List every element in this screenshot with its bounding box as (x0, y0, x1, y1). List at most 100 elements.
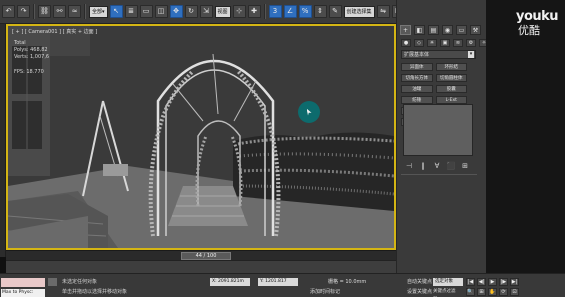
primitive-type-dropdown[interactable]: 扩展基本体 ▾ (401, 50, 476, 59)
named-selection-dropdown[interactable]: 创建选择集 (343, 5, 375, 18)
video-letterbox (486, 0, 565, 273)
status-bar: Max to Physc: 未选定任何对象 单击并拖动以选择并移动对象 X: 2… (0, 273, 565, 297)
youku-logo-chinese: 优酷 (518, 24, 540, 37)
edit-named-selection-icon[interactable]: ✎ (328, 5, 342, 18)
zoom-extents-icon[interactable]: ⊞ (477, 288, 486, 296)
viewport-label[interactable]: [ + ] [ Camera001 ] [ 真实 + 边面 ] (12, 28, 97, 35)
mirror-icon[interactable]: ⇋ (376, 5, 390, 18)
chevron-down-icon: ▾ (468, 51, 474, 58)
key-filters-button[interactable]: 关键点过滤器... (433, 288, 463, 296)
percent-snap-icon[interactable]: % (298, 5, 312, 18)
tab-motion[interactable]: ◉ (442, 25, 453, 35)
tab-hierarchy[interactable]: ▤ (428, 25, 439, 35)
track-bar[interactable] (6, 260, 396, 273)
maxscript-listener-input[interactable]: Max to Physc: (1, 289, 45, 297)
viewport-navigation-controls: 🔍 ⊞ ✋ ⟳ ⊡ (466, 288, 519, 296)
toolbar-divider (84, 4, 86, 19)
grid-spacing: 栅格 = 10.0mm (328, 279, 367, 285)
set-key-button[interactable]: 设置关键点 (407, 288, 432, 295)
goto-start-icon[interactable]: |◀ (466, 278, 475, 286)
object-button-capsule[interactable]: 胶囊 (435, 85, 467, 93)
tab-utilities[interactable]: ⚒ (470, 25, 481, 35)
geometry-icon[interactable]: ● (401, 39, 411, 47)
mouse-cursor-highlight (298, 101, 320, 123)
panel-divider (401, 174, 477, 175)
lights-icon[interactable]: ☀ (427, 39, 437, 47)
youku-watermark: youku 优酷 (516, 9, 559, 38)
window-crossing-icon[interactable]: ◫ (154, 5, 168, 18)
main-toolbar: ↶ ↷ ⛓ ⚯ ≈ 全部▾ ↖ ≣ ▭ ◫ ✥ ↻ ⇲ 视图 ⊹ ✚ 3 ∠ %… (0, 0, 480, 24)
rotate-icon[interactable]: ↻ (184, 5, 198, 18)
bind-icon[interactable]: ≈ (68, 5, 81, 18)
select-icon[interactable]: ↖ (109, 5, 123, 18)
object-button-torus-knot[interactable]: 环形结 (435, 63, 467, 71)
time-slider[interactable]: 44 / 100 (181, 252, 231, 260)
add-time-tag[interactable]: 添加时间标记 (310, 288, 340, 295)
object-button-spindle[interactable]: 纺锤 (401, 96, 433, 104)
remove-modifier-icon[interactable]: ⬛ (447, 162, 456, 170)
undo-icon[interactable]: ↶ (2, 5, 15, 18)
select-by-name-icon[interactable]: ≣ (124, 5, 138, 18)
scale-icon[interactable]: ⇲ (199, 5, 213, 18)
rect-select-icon[interactable]: ▭ (139, 5, 153, 18)
object-button-chamfer-box[interactable]: 切角长方体 (401, 74, 433, 82)
shapes-icon[interactable]: ◇ (414, 39, 424, 47)
redo-icon[interactable]: ↷ (17, 5, 30, 18)
camera-viewport[interactable]: [ + ] [ Camera001 ] [ 真实 + 边面 ] Total Po… (6, 24, 396, 250)
maximize-viewport-icon[interactable]: ⊡ (510, 288, 519, 296)
tab-modify[interactable]: ◧ (414, 25, 425, 35)
stats-verts: Verts: 1,007,6 (14, 54, 50, 60)
toolbar-divider (263, 4, 266, 19)
tab-create[interactable]: + (400, 25, 411, 35)
make-unique-icon[interactable]: ∀ (433, 162, 441, 170)
spinner-snap-icon[interactable]: ⇕ (313, 5, 327, 18)
pin-stack-icon[interactable]: ⊣ (405, 162, 413, 170)
previous-frame-icon[interactable]: ◀| (477, 278, 486, 286)
youku-logo-text: youku (516, 9, 559, 24)
pan-icon[interactable]: ✋ (488, 288, 497, 296)
play-icon[interactable]: ▶ (488, 278, 497, 286)
configure-sets-icon[interactable]: ⊞ (461, 162, 469, 170)
tab-display[interactable]: ▭ (456, 25, 467, 35)
primitive-type-value: 扩展基本体 (404, 52, 430, 58)
stats-fps: FPS: 18.770 (14, 69, 44, 75)
rollout-panel (403, 104, 473, 156)
maxscript-listener-output[interactable] (1, 278, 45, 287)
helpers-icon[interactable]: ≋ (453, 39, 463, 47)
coord-x-field[interactable]: X: 2091.821m (210, 278, 250, 286)
object-button-hedra[interactable]: 异面体 (401, 63, 433, 71)
selection-filter-dropdown[interactable]: 全部▾ (89, 5, 108, 18)
unlink-icon[interactable]: ⚯ (53, 5, 66, 18)
command-panel-tabs: + ◧ ▤ ◉ ▭ ⚒ (400, 25, 481, 35)
command-panel: + ◧ ▤ ◉ ▭ ⚒ ● ◇ ☀ ▣ ≋ ⚙ ✧ 扩展基本体 ▾ 异面体 环形… (396, 0, 489, 273)
viewport-statistics: Total Polys: 468,82 Verts: 1,007,6 FPS: … (14, 40, 49, 76)
cursor-pointer-icon (306, 108, 312, 116)
time-slider-track[interactable]: 44 / 100 (6, 250, 396, 260)
playback-controls: |◀ ◀| ▶ |▶ ▶| (466, 278, 519, 286)
select-manipulate-icon[interactable]: ✚ (247, 5, 261, 18)
move-icon[interactable]: ✥ (169, 5, 183, 18)
object-button-oil-tank[interactable]: 油罐 (401, 85, 433, 93)
snap-toggle-icon[interactable]: 3 (268, 5, 282, 18)
show-end-result-icon[interactable]: ‖ (419, 162, 427, 170)
space-warps-icon[interactable]: ⚙ (466, 39, 476, 47)
next-frame-icon[interactable]: |▶ (499, 278, 508, 286)
create-category-icons: ● ◇ ☀ ▣ ≋ ⚙ ✧ (401, 39, 489, 47)
selection-lock-icon[interactable] (48, 278, 57, 286)
view-dropdown[interactable]: 视图 (214, 5, 231, 18)
zoom-icon[interactable]: 🔍 (466, 288, 475, 296)
coord-y-field[interactable]: Y: 1201.817 (258, 278, 298, 286)
object-button-chamfer-cyl[interactable]: 切角圆柱体 (435, 74, 467, 82)
selection-status: 未选定任何对象 (62, 279, 98, 285)
angle-snap-icon[interactable]: ∠ (283, 5, 297, 18)
stats-polys: Polys: 468,82 (14, 47, 48, 53)
cameras-icon[interactable]: ▣ (440, 39, 450, 47)
object-button-l-ext[interactable]: L-Ext (435, 96, 467, 104)
link-icon[interactable]: ⛓ (38, 5, 51, 18)
goto-end-icon[interactable]: ▶| (510, 278, 519, 286)
pivot-icon[interactable]: ⊹ (232, 5, 246, 18)
auto-key-button[interactable]: 自动关键点 (407, 278, 432, 285)
orbit-icon[interactable]: ⟳ (499, 288, 508, 296)
stats-total-label: Total (14, 40, 26, 46)
selection-set-dropdown[interactable]: 选定对象 (433, 278, 463, 286)
